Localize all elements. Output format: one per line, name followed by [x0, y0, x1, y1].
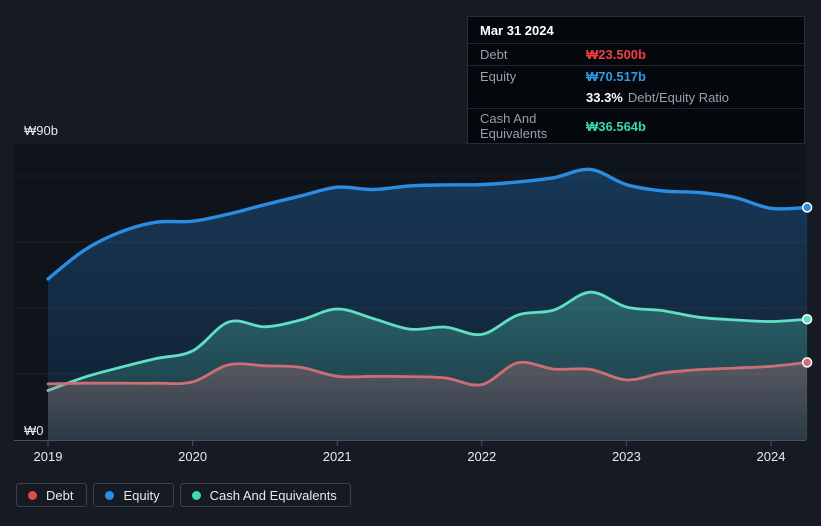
chart-tooltip: Mar 31 2024 Debt ₩23.500b Equity ₩70.517… — [467, 16, 805, 144]
legend-item-debt[interactable]: Debt — [16, 483, 88, 507]
tooltip-debt-value: ₩23.500b — [586, 47, 646, 62]
x-tick-label-2020: 2020 — [178, 449, 207, 464]
endpoint-dot-cash-and-equivalents — [801, 313, 813, 325]
x-tick-label-2019: 2019 — [34, 449, 63, 464]
legend-item-equity-label: Equity — [123, 487, 160, 503]
y-axis-label-zero: ₩0 — [24, 423, 44, 438]
debt-equity-history-panel: 2019 2020 2021 2022 2023 2024 ₩90b ₩0 Mar 31 … — [0, 0, 821, 526]
legend-item-cash[interactable]: Cash And Equivalents — [179, 483, 351, 507]
tooltip-debt-row: Debt ₩23.500b — [468, 44, 804, 66]
x-tick-label-2024: 2024 — [757, 449, 786, 464]
tooltip-ratio-row: 33.3% Debt/Equity Ratio — [468, 87, 804, 109]
legend-item-equity[interactable]: Equity — [93, 483, 174, 507]
tooltip-equity-value: ₩70.517b — [586, 69, 646, 84]
tooltip-date: Mar 31 2024 — [468, 17, 804, 44]
tooltip-ratio-percent: 33.3% — [586, 90, 623, 105]
tooltip-cash-value: ₩36.564b — [586, 118, 646, 134]
x-tick-label-2021: 2021 — [323, 449, 352, 464]
cash-dot-icon — [191, 490, 201, 500]
debt-dot-icon — [28, 490, 37, 500]
x-tick-label-2022: 2022 — [467, 449, 496, 464]
equity-dot-icon — [105, 490, 115, 500]
tooltip-equity-label: Equity — [480, 69, 517, 84]
chart-legend: Debt Equity Cash And Equivalents — [16, 483, 351, 507]
tooltip-debt-label: Debt — [480, 47, 508, 62]
tooltip-cash-row: Cash And Equivalents ₩36.564b — [468, 109, 804, 143]
endpoint-dot-debt — [801, 357, 813, 368]
x-tick-label-2023: 2023 — [612, 449, 641, 464]
tooltip-cash-label: Cash And Equivalents — [480, 111, 548, 141]
y-axis-label-max: ₩90b — [24, 123, 58, 138]
tooltip-equity-row: Equity ₩70.517b — [468, 66, 804, 87]
tooltip-ratio-label: Debt/Equity Ratio — [627, 90, 730, 105]
endpoint-dot-equity — [801, 202, 813, 213]
legend-item-debt-label: Debt — [46, 487, 74, 503]
legend-item-cash-label: Cash And Equivalents — [209, 487, 337, 503]
